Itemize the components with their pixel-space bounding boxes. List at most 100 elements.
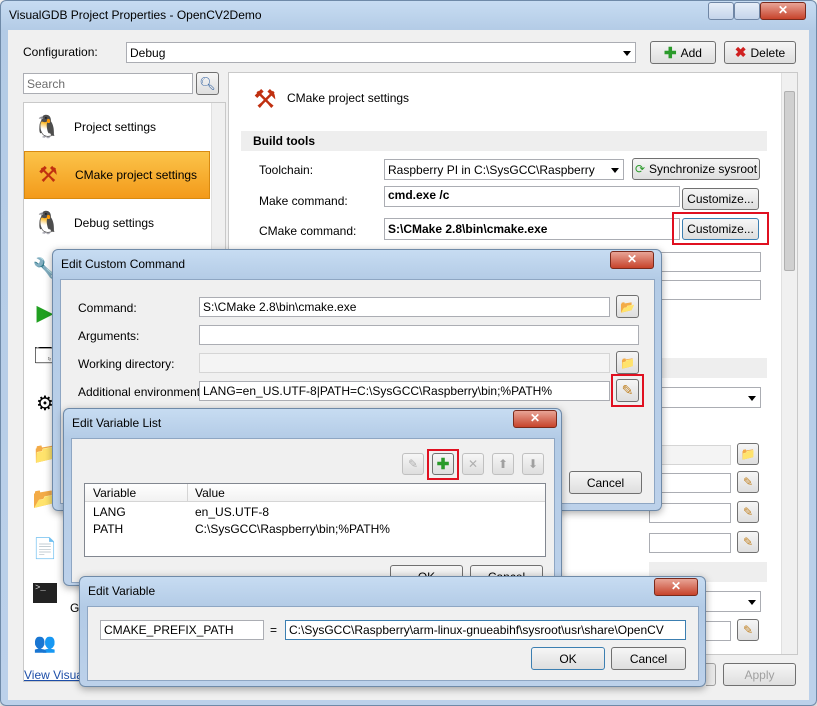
maximize-button[interactable] xyxy=(734,2,760,20)
edit-variable-list-dialog: Edit Variable List ✕ ✎ ✚ ✕ ⬆ ⬇ Variable … xyxy=(63,408,562,588)
remove-x-icon: ✕ xyxy=(467,457,479,471)
search-icon: 🔍︎ xyxy=(199,75,216,91)
table-row[interactable]: LANG en_US.UTF-8 xyxy=(85,504,545,521)
table-row[interactable]: PATH C:\SysGCC\Raspberry\bin;%PATH% xyxy=(85,521,545,538)
pencil-icon: ✎ xyxy=(742,505,754,519)
make-command-label: Make command: xyxy=(259,194,348,208)
synchronize-sysroot-button[interactable]: ⟳ Synchronize sysroot xyxy=(632,158,760,180)
hidden-edit-button-4[interactable]: ✎ xyxy=(737,619,759,641)
linux-penguin-icon: 🐧 xyxy=(33,114,61,139)
add-button[interactable]: ✚ Add xyxy=(650,41,716,64)
hidden-browse-button: 📁 xyxy=(737,443,759,465)
sync-icon: ⟳ xyxy=(634,162,645,176)
table-header: Variable Value xyxy=(85,484,545,502)
delete-button[interactable]: ✖ Delete xyxy=(724,41,796,64)
variable-name-field[interactable]: CMAKE_PREFIX_PATH xyxy=(100,620,264,640)
sidebar-item-project-settings[interactable]: 🐧 Project settings xyxy=(24,103,210,151)
command-label: Command: xyxy=(78,301,137,315)
folder-icon: 📁 xyxy=(740,447,756,461)
sidebar-item-cmake-project-settings[interactable]: ⚒ CMake project settings xyxy=(24,151,210,199)
edit-variable-list-title: Edit Variable List xyxy=(72,416,162,430)
edit-variable-client: CMAKE_PREFIX_PATH = C:\SysGCC\Raspberry\… xyxy=(87,606,699,681)
apply-button[interactable]: Apply xyxy=(723,663,796,686)
chevron-down-icon xyxy=(611,167,619,173)
cmake-command-label: CMake command: xyxy=(259,224,357,238)
hidden-select-1[interactable] xyxy=(649,387,761,408)
column-divider xyxy=(187,484,188,502)
document-run-icon: 📄 xyxy=(32,537,58,560)
command-browse-button[interactable]: 📂 xyxy=(616,295,639,318)
close-button[interactable]: ✕ xyxy=(654,578,698,596)
working-directory-browse-button: 📁 xyxy=(616,351,639,374)
hidden-edit-button-3[interactable]: ✎ xyxy=(737,531,759,553)
hammer-icon: ⚒ xyxy=(38,162,58,187)
close-button[interactable]: ✕ xyxy=(610,251,654,269)
additional-environment-field[interactable]: LANG=en_US.UTF-8|PATH=C:\SysGCC\Raspberr… xyxy=(199,381,610,401)
cmake-command-field[interactable]: S:\CMake 2.8\bin\cmake.exe xyxy=(384,218,680,240)
chevron-down-icon xyxy=(748,599,756,605)
hidden-section-header xyxy=(649,358,767,378)
sidebar-item-partial-label: G xyxy=(70,601,80,615)
arguments-field[interactable] xyxy=(199,325,639,345)
edit-variable-button: ✎ xyxy=(402,453,424,475)
hammer-icon: ⚒ xyxy=(253,83,277,114)
hidden-field-6[interactable] xyxy=(649,533,731,553)
close-button[interactable]: ✕ xyxy=(513,410,557,428)
variable-value-field[interactable]: C:\SysGCC\Raspberry\arm-linux-gnueabihf\… xyxy=(285,620,686,640)
arguments-label: Arguments: xyxy=(78,329,140,343)
custom-command-cancel-button[interactable]: Cancel xyxy=(569,471,642,494)
pencil-icon: ✎ xyxy=(742,623,754,637)
configuration-label: Configuration: xyxy=(23,45,98,59)
equals-sign: = xyxy=(270,623,278,637)
column-header-variable[interactable]: Variable xyxy=(93,486,136,500)
edit-custom-command-title: Edit Custom Command xyxy=(61,257,186,271)
column-header-value[interactable]: Value xyxy=(195,486,225,500)
content-scrollbar-thumb[interactable] xyxy=(784,91,795,271)
content-scrollbar[interactable] xyxy=(781,73,797,654)
toolchain-label: Toolchain: xyxy=(259,163,314,177)
arrow-up-icon: ⬆ xyxy=(497,457,509,471)
make-customize-button[interactable]: Customize... xyxy=(682,188,759,210)
page-title: CMake project settings xyxy=(287,91,410,105)
cmake-customize-highlight xyxy=(672,212,769,245)
chevron-down-icon xyxy=(748,395,756,401)
hidden-edit-button-1[interactable]: ✎ xyxy=(737,471,759,493)
edit-variable-title: Edit Variable xyxy=(88,584,156,598)
sidebar-item-debug-settings[interactable]: 🐧 Debug settings xyxy=(24,199,210,247)
search-button[interactable]: 🔍︎ xyxy=(196,72,219,95)
configuration-select[interactable]: Debug xyxy=(126,42,636,63)
hidden-edit-button-2[interactable]: ✎ xyxy=(737,501,759,523)
hidden-field-2[interactable] xyxy=(649,280,761,300)
make-command-field[interactable]: cmd.exe /c xyxy=(384,186,680,207)
working-directory-label: Working directory: xyxy=(78,357,175,371)
chevron-down-icon xyxy=(623,50,631,56)
toolchain-select[interactable]: Raspberry PI in C:\SysGCC\Raspberry xyxy=(384,159,624,180)
edit-variable-list-client: ✎ ✚ ✕ ⬆ ⬇ Variable Value LANG en_US.UTF-… xyxy=(71,438,555,588)
command-field[interactable]: S:\CMake 2.8\bin\cmake.exe xyxy=(199,297,610,317)
close-button[interactable]: ✕ xyxy=(760,2,806,20)
arrow-down-icon: ⬇ xyxy=(527,457,539,471)
move-down-button: ⬇ xyxy=(522,453,544,475)
edit-variable-ok-button[interactable]: OK xyxy=(531,647,605,670)
pencil-icon: ✎ xyxy=(742,475,754,489)
additional-environment-label: Additional environment: xyxy=(78,385,204,399)
remove-variable-button: ✕ xyxy=(462,453,484,475)
delete-x-icon: ✖ xyxy=(734,44,747,60)
linux-penguin-icon: 🐧 xyxy=(33,210,61,235)
minimize-button[interactable] xyxy=(708,2,734,20)
working-directory-field xyxy=(199,353,610,373)
edit-environment-highlight xyxy=(611,374,644,407)
search-input[interactable]: Search xyxy=(23,73,193,94)
main-window-title: VisualGDB Project Properties - OpenCV2De… xyxy=(9,8,262,22)
pencil-icon: ✎ xyxy=(407,457,419,471)
add-variable-highlight xyxy=(427,449,459,480)
console-icon: >_ xyxy=(30,578,60,608)
edit-variable-cancel-button[interactable]: Cancel xyxy=(611,647,686,670)
users-icon: 👥 xyxy=(33,632,57,653)
configuration-value: Debug xyxy=(130,45,166,60)
hidden-field-1[interactable] xyxy=(649,252,761,272)
variable-list-table[interactable]: Variable Value LANG en_US.UTF-8 PATH C:\… xyxy=(84,483,546,557)
plus-icon: ✚ xyxy=(664,44,677,62)
folder-open-icon: 📂 xyxy=(620,299,635,314)
move-up-button: ⬆ xyxy=(492,453,514,475)
